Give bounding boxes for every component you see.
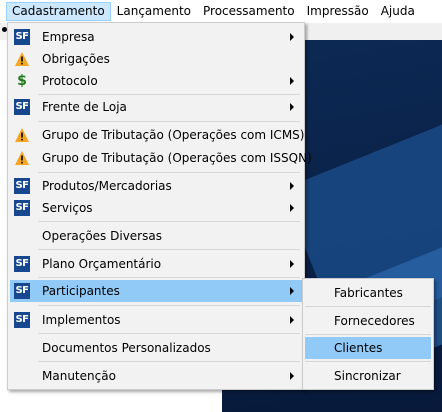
chevron-right-icon [290,204,294,212]
submenu-item-fornecedores[interactable]: Fornecedores [305,310,431,332]
menu-separator [305,306,431,307]
menu-item-protocolo[interactable]: $ Protocolo [10,70,302,92]
chevron-right-icon [290,372,294,380]
cadastramento-dropdown: SF Empresa Obrigações $ Protocolo SF Fre… [7,22,312,390]
menu-item-label: Plano Orçamentário [42,257,162,271]
menu-item-documentos-personalizados[interactable]: Documentos Personalizados [10,337,302,359]
menu-item-plano-orcamentario[interactable]: SF Plano Orçamentário [10,253,302,275]
menu-separator [305,361,431,362]
sf-logo-icon: SF [14,256,30,272]
menu-item-servicos[interactable]: SF Serviços [10,197,302,219]
menu-lancamento[interactable]: Lançamento [111,2,197,21]
chevron-right-icon [290,260,294,268]
menu-item-label: Protocolo [42,74,98,88]
chevron-right-icon [290,103,294,111]
sf-logo-icon: SF [14,283,30,299]
menu-separator [38,249,300,250]
warning-icon [14,127,30,143]
menu-ajuda[interactable]: Ajuda [375,2,421,21]
menu-separator [38,333,300,334]
sf-logo-icon: SF [14,99,30,115]
menu-item-frente-de-loja[interactable]: SF Frente de Loja [10,96,302,118]
menu-item-implementos[interactable]: SF Implementos [10,309,302,331]
participantes-submenu: Fabricantes Fornecedores Clientes Sincro… [302,278,434,390]
warning-icon [14,51,30,67]
menu-item-label: Documentos Personalizados [42,341,211,355]
menubar: Cadastramento Lançamento Processamento I… [0,0,442,23]
menu-separator [38,94,300,95]
sf-logo-icon: SF [14,200,30,216]
menu-separator [38,121,300,122]
menu-item-label: Produtos/Mercadorias [42,179,172,193]
chevron-right-icon [290,33,294,41]
menu-item-grupo-issqn[interactable]: Grupo de Tributação (Operações com ISSQN… [10,147,312,169]
menu-impressao[interactable]: Impressão [301,2,375,21]
chevron-right-icon [290,316,294,324]
chevron-right-icon [290,182,294,190]
sf-logo-icon: SF [14,29,30,45]
submenu-item-clientes[interactable]: Clientes [305,337,431,359]
sf-logo-icon: SF [14,178,30,194]
menu-item-empresa[interactable]: SF Empresa [10,26,302,48]
menu-item-label: Obrigações [42,52,110,66]
menu-separator [38,221,300,222]
menu-item-label: Grupo de Tributação (Operações com ICMS) [42,128,305,142]
menu-item-label: Grupo de Tributação (Operações com ISSQN… [42,151,312,165]
menu-processamento[interactable]: Processamento [197,2,301,21]
chevron-right-icon [290,77,294,85]
warning-icon [14,150,30,166]
menu-item-obrigacoes[interactable]: Obrigações [10,48,302,70]
menu-separator [38,172,300,173]
menu-item-label: Frente de Loja [42,100,127,114]
menu-cadastramento[interactable]: Cadastramento [6,2,111,21]
menu-item-label: Implementos [42,313,121,327]
menu-separator [38,277,300,278]
menu-item-manutencao[interactable]: Manutenção [10,365,302,387]
submenu-item-fabricantes[interactable]: Fabricantes [305,282,431,304]
menu-item-label: Participantes [42,284,120,298]
menu-item-label: Operações Diversas [42,229,162,243]
menu-item-operacoes-diversas[interactable]: Operações Diversas [10,225,302,247]
menu-item-grupo-icms[interactable]: Grupo de Tributação (Operações com ICMS) [10,124,305,146]
menu-item-produtos[interactable]: SF Produtos/Mercadorias [10,175,302,197]
submenu-item-sincronizar[interactable]: Sincronizar [305,365,431,387]
menu-separator [38,305,300,306]
menu-separator [305,334,431,335]
menu-item-label: Manutenção [42,369,116,383]
menu-separator [38,361,300,362]
menu-item-participantes[interactable]: SF Participantes [10,280,302,302]
chevron-right-icon [290,287,294,295]
dollar-icon: $ [17,73,27,89]
sf-logo-icon: SF [14,312,30,328]
menu-item-label: Empresa [42,30,95,44]
menu-item-label: Serviços [42,201,93,215]
